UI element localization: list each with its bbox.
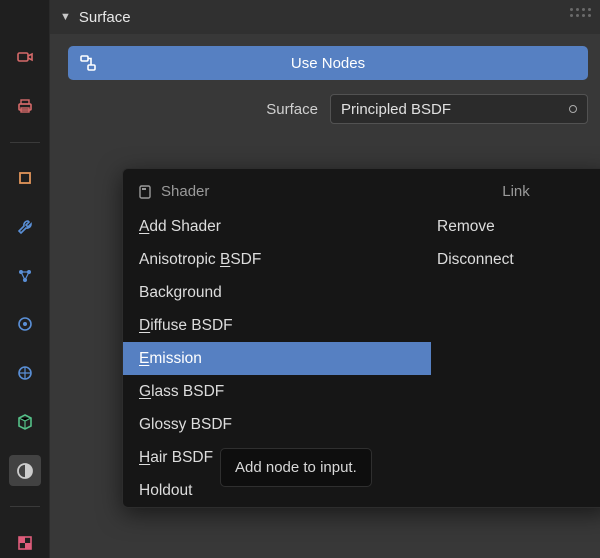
panel-header-surface[interactable]: ▼ Surface [50,0,600,34]
surface-shader-field[interactable]: Principled BSDF [330,94,588,124]
surface-row: Surface Principled BSDF [68,94,588,124]
tab-render[interactable] [9,42,41,73]
constraint-icon [15,363,35,383]
use-nodes-label: Use Nodes [291,55,365,72]
tab-physics[interactable] [9,309,41,340]
texture-icon [15,533,35,553]
menu-item-diffuse-bsdf[interactable]: Diffuse BSDF [123,309,431,342]
tab-constraints[interactable] [9,358,41,389]
mesh-icon [15,412,35,432]
surface-label: Surface [68,101,318,118]
wrench-icon [15,217,35,237]
menu-item-emission[interactable]: Emission [123,342,431,375]
properties-panel: ▼ Surface Use Nodes Surface Principled B… [50,0,600,558]
tab-object[interactable] [9,260,41,291]
menu-item-glossy-bsdf[interactable]: Glossy BSDF [123,408,431,441]
popup-heading-link: Link [431,177,600,210]
menu-item-glass-bsdf[interactable]: Glass BSDF [123,375,431,408]
camera-back-icon [15,47,35,67]
tab-world[interactable] [9,211,41,242]
menu-item-anisotropic-bsdf[interactable]: Anisotropic BSDF [123,243,431,276]
page-icon [137,184,153,200]
particles-icon [15,266,35,286]
separator [10,142,40,143]
separator [10,506,40,507]
popup-column-link: Link RemoveDisconnect [431,177,600,507]
drag-grip-icon[interactable] [570,8,592,22]
tab-scene[interactable] [9,163,41,194]
menu-item-add-shader[interactable]: Add Shader [123,210,431,243]
panel-title: Surface [79,9,131,26]
material-icon [15,461,35,481]
tab-mesh[interactable] [9,407,41,438]
use-nodes-button[interactable]: Use Nodes [68,46,588,80]
tab-texture[interactable] [9,527,41,558]
printer-icon [15,96,35,116]
properties-tabstrip [0,0,50,558]
disclosure-triangle-icon: ▼ [60,11,71,23]
physics-icon [15,314,35,334]
popup-heading-shader: Shader [123,177,431,210]
scene-icon [15,168,35,188]
menu-item-background[interactable]: Background [123,276,431,309]
surface-shader-value: Principled BSDF [341,101,451,118]
node-socket-icon[interactable] [569,105,577,113]
tooltip-text: Add node to input. [235,459,357,476]
tab-output[interactable] [9,91,41,122]
tooltip: Add node to input. [220,448,372,487]
node-tree-icon [78,53,98,73]
tab-material[interactable] [9,455,41,486]
menu-item-disconnect[interactable]: Disconnect [431,243,600,276]
menu-item-remove[interactable]: Remove [431,210,600,243]
